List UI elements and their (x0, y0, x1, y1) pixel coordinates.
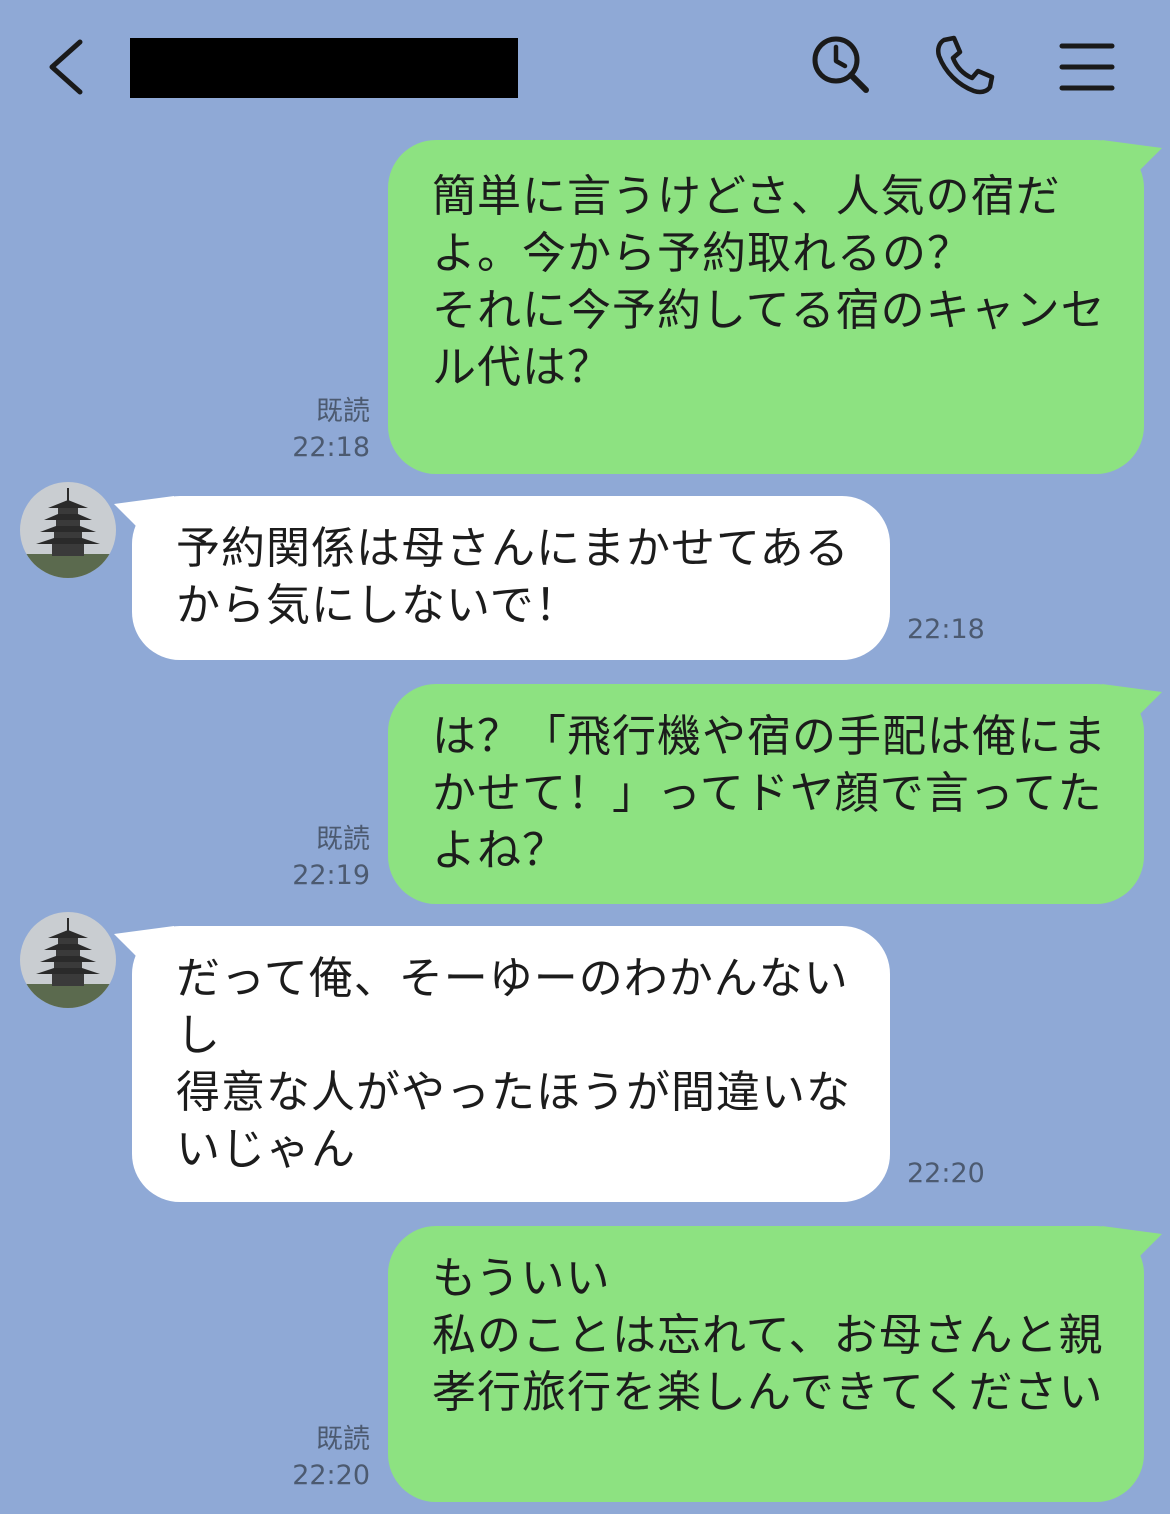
chat-title (130, 38, 518, 98)
received-message-bubble[interactable]: だって俺、そーゆーのわかんない し 得意な人がやったほうが間違いな いじゃん (114, 926, 890, 1202)
read-receipt: 既読 (316, 396, 370, 427)
bubble-tail (1102, 1226, 1162, 1264)
pagoda-icon (20, 912, 116, 1008)
timestamp: 22:18 (907, 614, 985, 645)
read-receipt: 既読 (316, 1424, 370, 1455)
message-text: もういい 私のことは忘れて、お母さんと親 孝行旅行を楽しんできてください (432, 1253, 1104, 1418)
timestamp: 22:20 (292, 1460, 370, 1491)
received-message-bubble[interactable]: 予約関係は母さんにまかせてある から気にしないで！ (114, 496, 890, 660)
message-meta: 既読 22:19 (250, 822, 370, 894)
avatar[interactable] (20, 482, 116, 578)
message-text: だって俺、そーゆーのわかんない し 得意な人がやったほうが間違いな いじゃん (176, 953, 851, 1175)
message-meta: 既読 22:20 (250, 1422, 370, 1494)
timestamp: 22:18 (292, 432, 370, 463)
message-text: 簡単に言うけどさ、人気の宿だ よ。今から予約取れるの？ それに今予約してる宿のキ… (432, 171, 1106, 393)
bubble-tail (1102, 140, 1162, 178)
avatar[interactable] (20, 912, 116, 1008)
chevron-left-icon (49, 39, 83, 95)
bubble-tail (114, 926, 174, 964)
sent-message-bubble[interactable]: は？「飛行機や宿の手配は俺にま かせて！」ってドヤ顔で言ってた よね？ (388, 684, 1162, 904)
search-button[interactable] (806, 30, 876, 100)
menu-button[interactable] (1052, 30, 1122, 100)
call-button[interactable] (930, 30, 1000, 100)
timestamp: 22:19 (292, 860, 370, 891)
bubble-tail (114, 496, 174, 534)
phone-icon (935, 35, 995, 95)
pagoda-icon (20, 482, 116, 578)
timestamp: 22:20 (907, 1158, 985, 1189)
read-receipt: 既読 (316, 824, 370, 855)
bubble-tail (1102, 684, 1162, 722)
back-button[interactable] (40, 30, 100, 104)
message-text: は？「飛行機や宿の手配は俺にま かせて！」ってドヤ顔で言ってた よね？ (432, 711, 1107, 876)
message-text: 予約関係は母さんにまかせてある から気にしないで！ (176, 523, 850, 631)
search-icon (812, 36, 869, 93)
menu-icon (1059, 43, 1115, 91)
sent-message-bubble[interactable]: もういい 私のことは忘れて、お母さんと親 孝行旅行を楽しんできてください (388, 1226, 1162, 1502)
sent-message-bubble[interactable]: 簡単に言うけどさ、人気の宿だ よ。今から予約取れるの？ それに今予約してる宿のキ… (388, 140, 1162, 474)
message-meta: 既読 22:18 (250, 394, 370, 466)
chat-header (0, 0, 1170, 130)
